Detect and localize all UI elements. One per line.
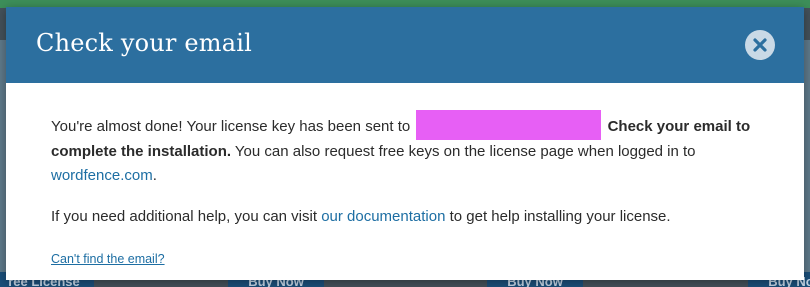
documentation-link[interactable]: our documentation: [321, 208, 445, 225]
help-text-1: If you need additional help, you can vis…: [51, 208, 322, 225]
help-text-2: to get help installing your license.: [445, 208, 671, 225]
wordfence-link[interactable]: wordfence.com: [51, 167, 153, 184]
redacted-email: [416, 110, 602, 140]
instructions-text-3: .: [152, 167, 157, 184]
modal-title: Check your email: [36, 29, 253, 57]
background-panel-right: [804, 40, 810, 287]
modal-header: Check your email: [6, 7, 804, 83]
close-button[interactable]: [745, 30, 775, 60]
modal-body: You're almost done! Your license key has…: [6, 83, 804, 271]
instructions-text-1: You're almost done! Your license key has…: [51, 118, 411, 135]
instructions-text-2: You can also request free keys on the li…: [231, 143, 696, 160]
check-email-modal: Check your email You're almost done! You…: [6, 7, 804, 280]
cant-find-email-link[interactable]: Can't find the email?: [51, 247, 165, 271]
close-icon: [753, 38, 767, 52]
help-paragraph: If you need additional help, you can vis…: [51, 205, 759, 229]
instructions-paragraph: You're almost done! Your license key has…: [51, 110, 759, 188]
